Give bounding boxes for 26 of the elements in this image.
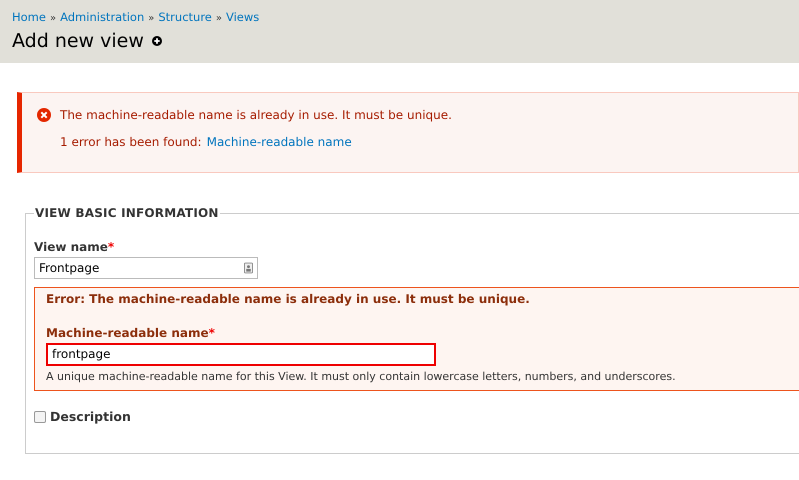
page-title: Add new view — [12, 30, 144, 52]
required-mark: * — [108, 240, 114, 254]
error-text: The machine-readable name is already in use. It must be unique. — [60, 108, 452, 122]
help-text: A unique machine-readable name for this View. It must only contain lowercase letters, numbers, and underscores. — [46, 370, 677, 383]
field-label: View name — [34, 240, 108, 254]
breadcrumb-separator: » — [50, 13, 56, 24]
field-label: Machine-readable name — [46, 326, 209, 340]
checkbox[interactable] — [34, 410, 46, 422]
required-mark: * — [208, 326, 215, 340]
field-error-text: Error: The machine-readable name is already in use. It must be unique. — [46, 292, 531, 306]
fieldset-legend: VIEW BASIC INFORMATION — [34, 206, 220, 220]
view-name-field[interactable]: Frontpage — [34, 257, 258, 279]
breadcrumb-separator: » — [148, 13, 154, 24]
error-icon — [37, 108, 51, 122]
breadcrumb-link[interactable]: Views — [226, 10, 260, 24]
error-summary: 1 error has been found: — [60, 135, 202, 149]
machine-name-field[interactable]: frontpage — [46, 343, 436, 366]
breadcrumb-link[interactable]: Structure — [158, 10, 212, 24]
plus-icon[interactable] — [152, 36, 162, 46]
field-value: Frontpage — [39, 261, 100, 275]
checkbox-label[interactable]: Description — [50, 409, 131, 424]
error-link[interactable]: Machine-readable name — [206, 135, 352, 149]
breadcrumb-link[interactable]: Administration — [60, 10, 144, 24]
breadcrumb-separator: » — [216, 13, 222, 24]
contact-card-icon[interactable] — [244, 262, 253, 274]
breadcrumb-link[interactable]: Home — [12, 10, 46, 24]
